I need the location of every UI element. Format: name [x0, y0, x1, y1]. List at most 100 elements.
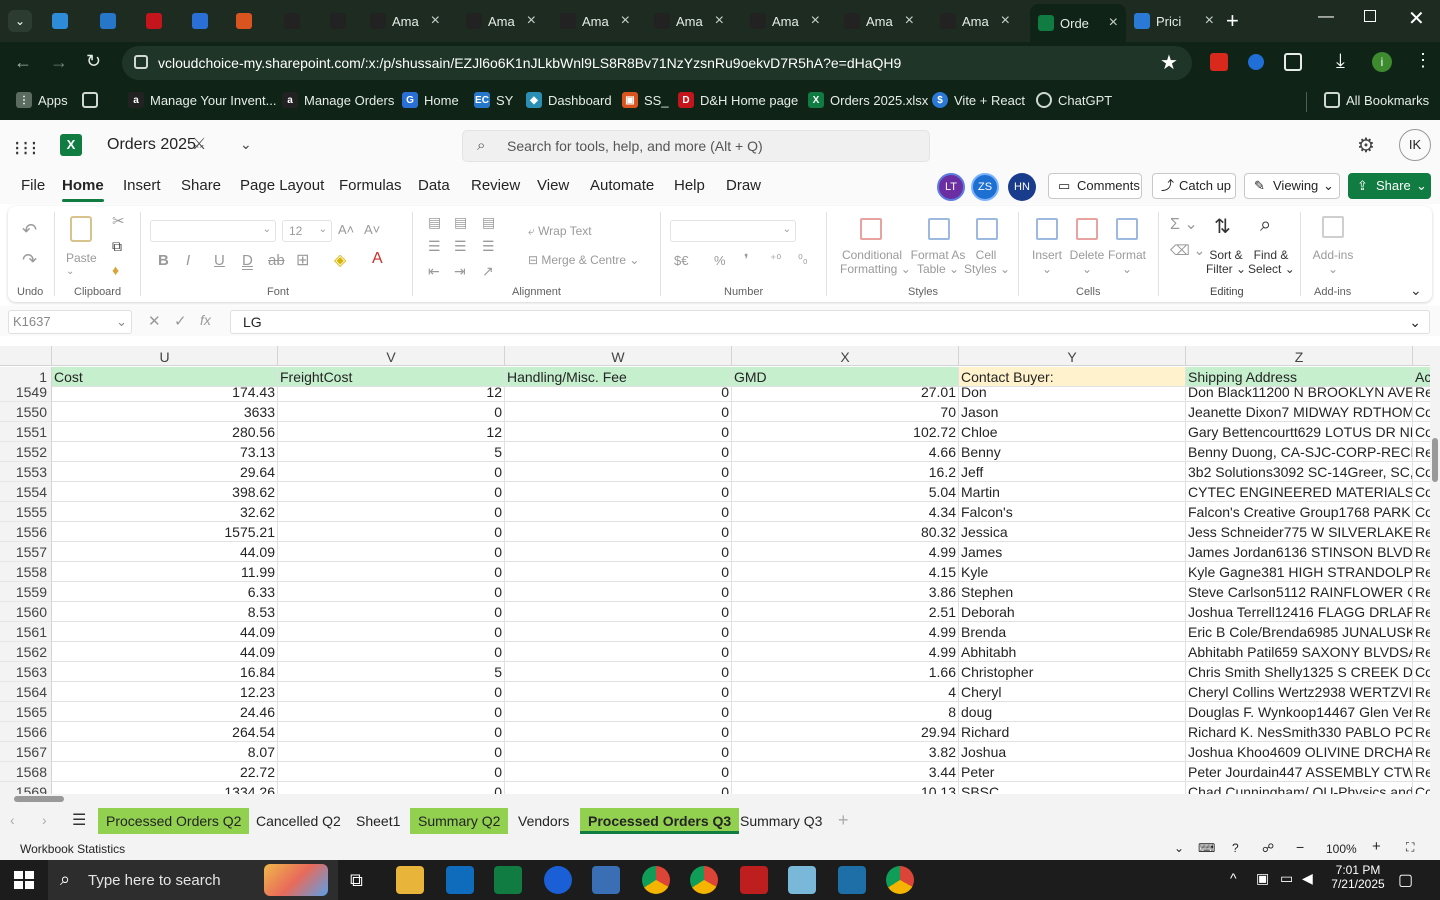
cell-v[interactable]: 0: [278, 642, 505, 662]
cell-x[interactable]: 102.72: [732, 422, 959, 442]
row-number[interactable]: 1567: [0, 742, 52, 762]
cell-w[interactable]: 0: [505, 462, 732, 482]
tab-draw[interactable]: Draw: [726, 177, 761, 194]
cell-u[interactable]: 3633: [52, 402, 278, 422]
merge-centre-button[interactable]: ⊟ Merge & Centre ⌄: [528, 253, 639, 267]
row-number[interactable]: 1561: [0, 622, 52, 642]
close-tab-icon[interactable]: ×: [527, 12, 536, 30]
cell-w[interactable]: 0: [505, 622, 732, 642]
percent-button[interactable]: %: [714, 253, 726, 268]
cell-w[interactable]: 0: [505, 642, 732, 662]
add-ins-button[interactable]: Add-ins ⌄: [1310, 248, 1356, 276]
cell-z[interactable]: James Jordan6136 STINSON BLVDFRID: [1186, 542, 1413, 562]
confirm-formula-icon[interactable]: ✓: [174, 312, 187, 330]
cell-z[interactable]: Falcon's Creative Group1768 PARK CEN: [1186, 502, 1413, 522]
tab-data[interactable]: Data: [418, 177, 450, 194]
cell-v[interactable]: 0: [278, 682, 505, 702]
cell-z[interactable]: Douglas F. Wynkoop14467 Glen Verda: [1186, 702, 1413, 722]
cell-w[interactable]: 0: [505, 762, 732, 782]
cell-w[interactable]: 0: [505, 602, 732, 622]
cell-y[interactable]: Stephen: [959, 582, 1186, 602]
underline-icon[interactable]: U: [214, 252, 225, 269]
insert-cells-icon[interactable]: [1036, 218, 1058, 240]
cell-u[interactable]: 12.23: [52, 682, 278, 702]
cell-y[interactable]: Jason: [959, 402, 1186, 422]
browser-tab[interactable]: [228, 6, 264, 36]
zoom-level[interactable]: 100%: [1326, 842, 1357, 856]
profile-avatar[interactable]: i: [1372, 52, 1392, 72]
reload-icon[interactable]: ↻: [86, 51, 101, 72]
sheet-tab[interactable]: Cancelled Q2: [248, 808, 349, 834]
delete-cells-button[interactable]: Delete ⌄: [1068, 248, 1106, 276]
ribbon-expand-icon[interactable]: ⌄: [1410, 282, 1422, 299]
column-header[interactable]: U: [52, 346, 278, 366]
cell-x[interactable]: 3.86: [732, 582, 959, 602]
cell-y[interactable]: James: [959, 542, 1186, 562]
cell-z[interactable]: Richard K. NesSmith330 PABLO POINT: [1186, 722, 1413, 742]
keyboard-icon[interactable]: ⌨: [1198, 841, 1215, 855]
zoom-app-icon[interactable]: [544, 866, 572, 894]
cell-z[interactable]: Don Black11200 N BROOKLYN AVEKANSAS: [1186, 382, 1413, 402]
cell-v[interactable]: 0: [278, 722, 505, 742]
browser-tab[interactable]: Ama ×: [836, 6, 922, 36]
cell-z[interactable]: CYTEC ENGINEERED MATERIALS INC.1: [1186, 482, 1413, 502]
row-number[interactable]: 1562: [0, 642, 52, 662]
cell-v[interactable]: 5: [278, 662, 505, 682]
redo-icon[interactable]: ↷: [22, 250, 37, 271]
cell-y[interactable]: doug: [959, 702, 1186, 722]
windows-start-icon[interactable]: [14, 871, 34, 889]
cancel-formula-icon[interactable]: ✕: [148, 312, 161, 330]
cell-u[interactable]: 174.43: [52, 382, 278, 402]
bookmark-home[interactable]: G Home: [402, 92, 459, 108]
cell-v[interactable]: 0: [278, 482, 505, 502]
row-number[interactable]: 1568: [0, 762, 52, 782]
cell-v[interactable]: 0: [278, 582, 505, 602]
cell-u[interactable]: 8.53: [52, 602, 278, 622]
user-avatar[interactable]: IK: [1399, 129, 1431, 161]
chrome-icon[interactable]: [886, 866, 914, 894]
insert-cells-button[interactable]: Insert ⌄: [1030, 248, 1064, 276]
format-as-table-button[interactable]: Format As Table ⌄: [906, 248, 970, 276]
app-icon[interactable]: [788, 866, 816, 894]
row-number[interactable]: 1564: [0, 682, 52, 702]
row-number[interactable]: 1553: [0, 462, 52, 482]
cell-w[interactable]: 0: [505, 782, 732, 794]
cell-u[interactable]: 29.64: [52, 462, 278, 482]
zoom-in-icon[interactable]: +: [1372, 838, 1381, 855]
find-select-button[interactable]: Find & Select ⌄: [1248, 248, 1295, 276]
shrink-font-icon[interactable]: A˅: [364, 222, 380, 237]
vertical-scrollbar[interactable]: [1430, 346, 1440, 794]
cell-z[interactable]: Jeanette Dixon7 MIDWAY RDTHOMASTON: [1186, 402, 1413, 422]
cell-x[interactable]: 3.44: [732, 762, 959, 782]
cell-x[interactable]: 10.13: [732, 782, 959, 794]
row-number[interactable]: 1555: [0, 502, 52, 522]
tab-home[interactable]: Home: [62, 177, 104, 202]
clear-icon[interactable]: ⌫ ⌄: [1170, 242, 1205, 259]
cell-u[interactable]: 1575.21: [52, 522, 278, 542]
cell-z[interactable]: Gary Bettencourtt629 LOTUS DR NMAC: [1186, 422, 1413, 442]
fill-color-icon[interactable]: ◈: [334, 250, 346, 270]
cell-z[interactable]: Eric B Cole/Brenda6985 JUNALUSKA R: [1186, 622, 1413, 642]
decrease-decimal-icon[interactable]: ⁰₀: [798, 252, 808, 266]
cell-y[interactable]: Jessica: [959, 522, 1186, 542]
cell-w[interactable]: 0: [505, 662, 732, 682]
comma-style-icon[interactable]: ❜: [744, 251, 749, 268]
cell-v[interactable]: 0: [278, 522, 505, 542]
increase-indent-icon[interactable]: ⇥: [454, 263, 466, 280]
cell-v[interactable]: 0: [278, 742, 505, 762]
tab-automate[interactable]: Automate: [590, 177, 654, 194]
cell-y[interactable]: Cheryl: [959, 682, 1186, 702]
bookmark-chatgpt[interactable]: ChatGPT: [1036, 92, 1112, 108]
cell-w[interactable]: 0: [505, 402, 732, 422]
cell-w[interactable]: 0: [505, 682, 732, 702]
format-cells-button[interactable]: Format ⌄: [1106, 248, 1148, 276]
wrap-text-button[interactable]: ⤶ Wrap Text: [528, 224, 592, 239]
cell-z[interactable]: Chris Smith Shelly1325 S CREEK DR ST: [1186, 662, 1413, 682]
cell-y[interactable]: Deborah: [959, 602, 1186, 622]
cell-u[interactable]: 44.09: [52, 622, 278, 642]
close-tab-icon[interactable]: ×: [811, 12, 820, 30]
close-tab-icon[interactable]: ×: [1205, 12, 1214, 30]
cell-w[interactable]: 0: [505, 722, 732, 742]
find-icon[interactable]: ⌕: [1260, 214, 1271, 237]
cut-icon[interactable]: ✂: [112, 212, 125, 230]
